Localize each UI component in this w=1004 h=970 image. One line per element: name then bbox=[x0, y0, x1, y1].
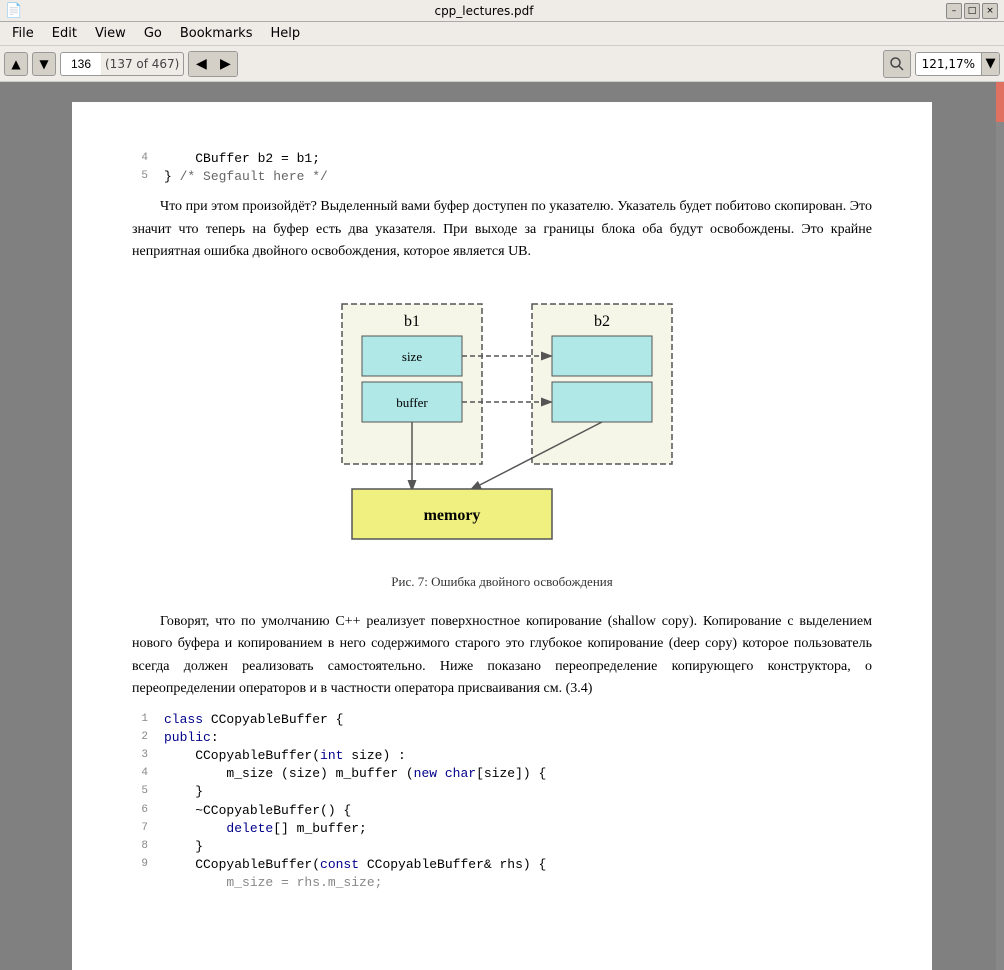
code-line-4: 4 CBuffer b2 = b1; bbox=[132, 150, 872, 168]
line-number: 4 bbox=[132, 765, 148, 783]
code-content: m_size (size) m_buffer (new char[size]) … bbox=[164, 765, 546, 783]
code-content: CCopyableBuffer(const CCopyableBuffer& r… bbox=[164, 856, 546, 874]
search-button[interactable] bbox=[883, 50, 911, 78]
code-line-5: 5 } /* Segfault here */ bbox=[132, 168, 872, 186]
window-controls: – □ × bbox=[946, 3, 998, 19]
maximize-button[interactable]: □ bbox=[964, 3, 980, 19]
code-content: } bbox=[164, 838, 203, 856]
zoom-dropdown-button[interactable]: ▼ bbox=[981, 53, 999, 75]
diagram-container: b1 size buffer b2 bbox=[132, 284, 872, 592]
code-content: class CCopyableBuffer { bbox=[164, 711, 343, 729]
code-line-b1: 1 class CCopyableBuffer { bbox=[132, 711, 872, 729]
line-number: 2 bbox=[132, 729, 148, 747]
scrollbar[interactable] bbox=[996, 82, 1004, 970]
page-nav: ◀ ▶ bbox=[188, 51, 238, 77]
code-line-b2: 2 public: bbox=[132, 729, 872, 747]
prev-page-button[interactable]: ◀ bbox=[189, 52, 213, 76]
code-content: ~CCopyableBuffer() { bbox=[164, 802, 351, 820]
code-content: } bbox=[164, 783, 203, 801]
line-number: 9 bbox=[132, 856, 148, 874]
code-block-top: 4 CBuffer b2 = b1; 5 } /* Segfault here … bbox=[132, 150, 872, 186]
code-line-b5: 5 } bbox=[132, 783, 872, 801]
search-icon bbox=[889, 56, 905, 72]
zoom-value: 121,17% bbox=[916, 53, 981, 75]
page-number-input[interactable] bbox=[61, 53, 101, 75]
code-line-b7: 7 delete[] m_buffer; bbox=[132, 820, 872, 838]
menu-go[interactable]: Go bbox=[136, 24, 170, 43]
menu-bookmarks[interactable]: Bookmarks bbox=[172, 24, 261, 43]
code-content: delete[] m_buffer; bbox=[164, 820, 367, 838]
memory-label: memory bbox=[424, 507, 481, 524]
page-control: (137 of 467) bbox=[60, 52, 184, 76]
line-number: 7 bbox=[132, 820, 148, 838]
line-number bbox=[132, 874, 148, 892]
b2-label: b2 bbox=[594, 313, 610, 330]
code-line-b9: 9 CCopyableBuffer(const CCopyableBuffer&… bbox=[132, 856, 872, 874]
minimize-button[interactable]: – bbox=[946, 3, 962, 19]
nav-up-button[interactable]: ▲ bbox=[4, 52, 28, 76]
code-block-bottom: 1 class CCopyableBuffer { 2 public: 3 CC… bbox=[132, 711, 872, 893]
close-button[interactable]: × bbox=[982, 3, 998, 19]
code-content: CBuffer b2 = b1; bbox=[164, 150, 320, 168]
content-area[interactable]: 4 CBuffer b2 = b1; 5 } /* Segfault here … bbox=[0, 82, 1004, 970]
line-number: 6 bbox=[132, 802, 148, 820]
titlebar: 📄 cpp_lectures.pdf – □ × bbox=[0, 0, 1004, 22]
scroll-thumb[interactable] bbox=[996, 82, 1004, 122]
menu-file[interactable]: File bbox=[4, 24, 42, 43]
pdf-page: 4 CBuffer b2 = b1; 5 } /* Segfault here … bbox=[72, 102, 932, 970]
code-content: } /* Segfault here */ bbox=[164, 168, 328, 186]
line-number: 1 bbox=[132, 711, 148, 729]
size-label-b1: size bbox=[402, 349, 422, 364]
code-line-b8: 8 } bbox=[132, 838, 872, 856]
code-content: m_size = rhs.m_size; bbox=[164, 874, 382, 892]
toolbar: ▲ ▼ (137 of 467) ◀ ▶ 121,17% ▼ bbox=[0, 46, 1004, 82]
line-number: 5 bbox=[132, 168, 148, 186]
next-page-button[interactable]: ▶ bbox=[213, 52, 237, 76]
code-line-b4: 4 m_size (size) m_buffer (new char[size]… bbox=[132, 765, 872, 783]
menu-help[interactable]: Help bbox=[262, 24, 308, 43]
buffer-label-b1: buffer bbox=[396, 395, 428, 410]
window-title: cpp_lectures.pdf bbox=[28, 4, 940, 18]
zoom-control: 121,17% ▼ bbox=[915, 52, 1000, 76]
menu-edit[interactable]: Edit bbox=[44, 24, 85, 43]
menu-view[interactable]: View bbox=[87, 24, 134, 43]
nav-down-button[interactable]: ▼ bbox=[32, 52, 56, 76]
diagram-svg: b1 size buffer b2 bbox=[292, 284, 712, 564]
code-content: CCopyableBuffer(int size) : bbox=[164, 747, 406, 765]
line-number: 3 bbox=[132, 747, 148, 765]
code-line-b10: m_size = rhs.m_size; bbox=[132, 874, 872, 892]
line-number: 8 bbox=[132, 838, 148, 856]
line-number: 4 bbox=[132, 150, 148, 168]
code-line-b6: 6 ~CCopyableBuffer() { bbox=[132, 802, 872, 820]
app-icon: 📄 bbox=[6, 3, 22, 19]
paragraph-2: Говорят, что по умолчанию C++ реализует … bbox=[132, 611, 872, 701]
code-line-b3: 3 CCopyableBuffer(int size) : bbox=[132, 747, 872, 765]
diagram-caption: Рис. 7: Ошибка двойного освобождения bbox=[391, 572, 612, 592]
code-content: public: bbox=[164, 729, 219, 747]
line-number: 5 bbox=[132, 783, 148, 801]
menubar: File Edit View Go Bookmarks Help bbox=[0, 22, 1004, 46]
page-info: (137 of 467) bbox=[101, 57, 183, 71]
paragraph-1: Что при этом произойдёт? Выделенный вами… bbox=[132, 196, 872, 263]
b1-label: b1 bbox=[404, 313, 420, 330]
